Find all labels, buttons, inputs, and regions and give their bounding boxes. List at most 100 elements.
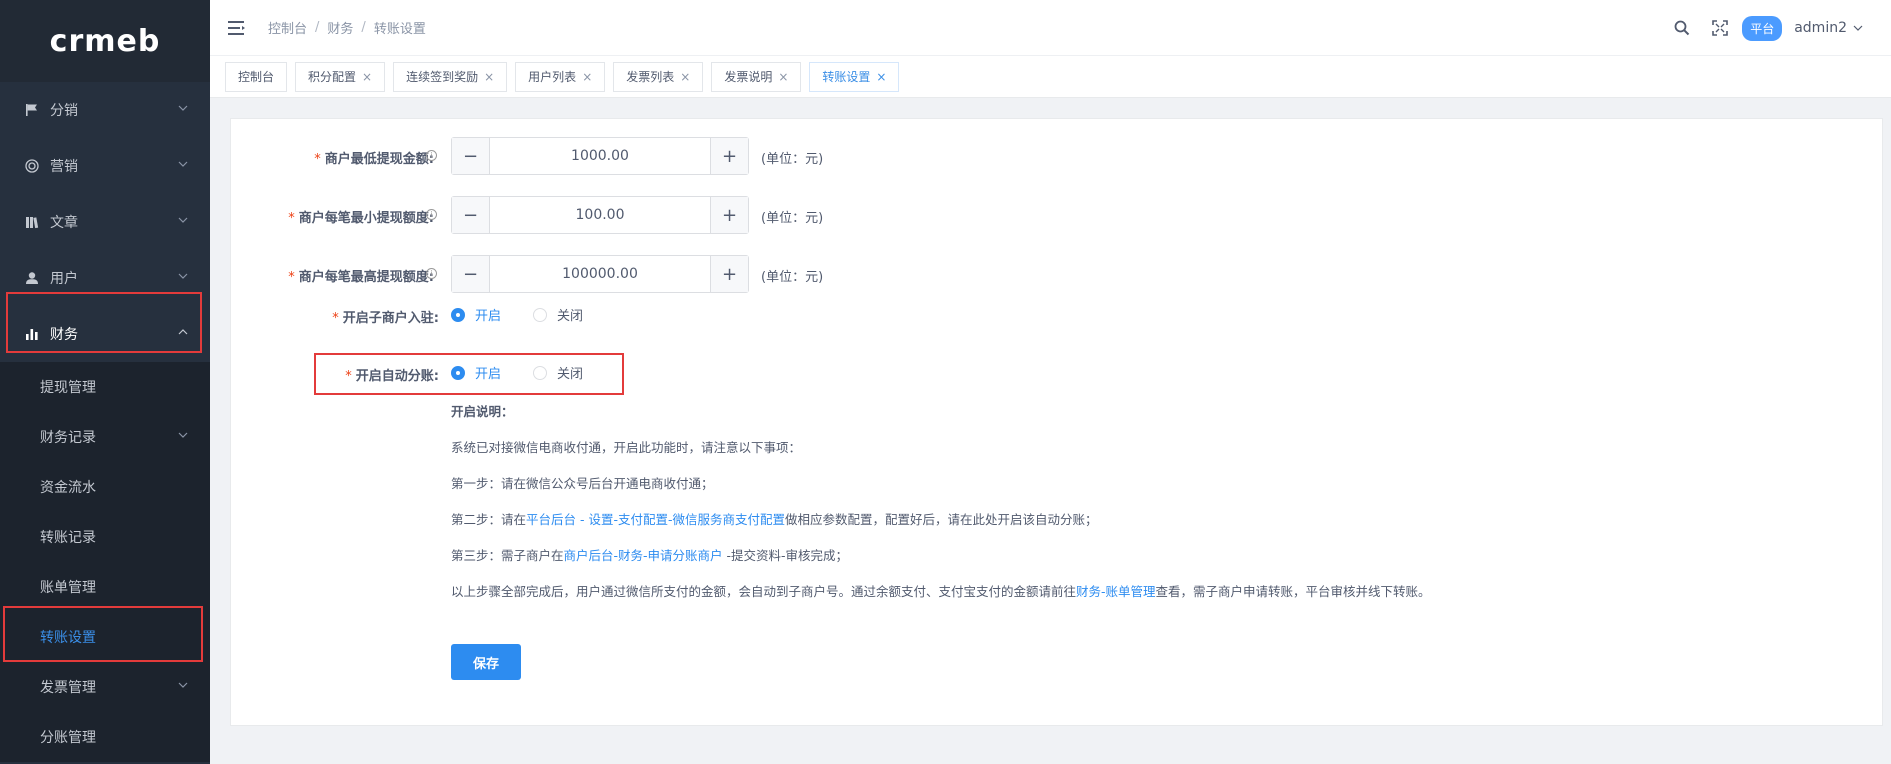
- subitem-label: 提现管理: [40, 380, 96, 396]
- payment-config-link[interactable]: 平台后台 - 设置-支付配置-微信服务商支付配置: [526, 512, 785, 527]
- breadcrumb-item[interactable]: 财务: [327, 18, 353, 37]
- sidebar-item-marketing[interactable]: 营销: [0, 138, 210, 194]
- finance-submenu: 提现管理 财务记录 资金流水 转账记录 账单管理 转账设置 发票管理 分账管理: [0, 362, 210, 762]
- desc-line-2: 第一步：请在微信公众号后台开通电商收付通；: [451, 476, 714, 491]
- breadcrumb-separator: /: [361, 20, 366, 35]
- info-icon[interactable]: i: [426, 150, 437, 161]
- desc-text: 第二步：请在: [451, 512, 527, 527]
- sidebar-item-distribution[interactable]: 分销: [0, 82, 210, 138]
- tab-transfer-settings[interactable]: 转账设置 ×: [809, 61, 900, 92]
- max-per-input[interactable]: 100000.00: [490, 256, 710, 292]
- subitem-label: 财务记录: [40, 430, 96, 446]
- tab-invoice-list[interactable]: 发票列表 ×: [613, 61, 704, 92]
- tab-invoice-desc[interactable]: 发票说明 ×: [711, 61, 802, 92]
- breadcrumb-item[interactable]: 控制台: [268, 18, 307, 37]
- close-icon[interactable]: ×: [484, 70, 494, 84]
- info-icon[interactable]: i: [426, 268, 437, 279]
- sidebar-item-article[interactable]: 文章: [0, 194, 210, 250]
- sidebar-subitem-fund-flow[interactable]: 资金流水: [0, 462, 210, 512]
- sidebar-item-label: 分销: [50, 103, 78, 119]
- save-button[interactable]: 保存: [451, 644, 521, 680]
- max-per-stepper: − 100000.00 +: [451, 255, 749, 293]
- increment-button[interactable]: +: [710, 138, 748, 174]
- sidebar-subitem-transfer-records[interactable]: 转账记录: [0, 512, 210, 562]
- tab-dashboard[interactable]: 控制台: [225, 61, 288, 92]
- unit-text: (单位：元): [761, 211, 824, 226]
- chevron-down-icon: [178, 161, 188, 167]
- radio-label: 开启: [475, 309, 502, 324]
- desc-text: 以上步骤全部完成后，用户通过微信所支付的金额，会自动到子商户号。通过余额支付、支…: [451, 584, 1077, 599]
- increment-button[interactable]: +: [710, 256, 748, 292]
- radio-dot: [533, 365, 547, 380]
- info-icon[interactable]: i: [426, 209, 437, 220]
- bar-chart-icon: [24, 326, 40, 342]
- sidebar-subitem-withdraw[interactable]: 提现管理: [0, 362, 210, 412]
- decrement-button[interactable]: −: [452, 197, 490, 233]
- tab-checkin-rewards[interactable]: 连续签到奖励 ×: [393, 61, 508, 92]
- close-icon[interactable]: ×: [582, 70, 592, 84]
- sidebar-item-finance[interactable]: 财务: [0, 306, 210, 362]
- min-per-input[interactable]: 100.00: [490, 197, 710, 233]
- auto-split-label: * 开启自动分账:: [345, 369, 439, 384]
- sidebar-item-label: 营销: [50, 159, 78, 175]
- user-menu[interactable]: admin2: [1794, 20, 1863, 36]
- radio-dot: [533, 307, 547, 322]
- book-icon: [24, 214, 40, 230]
- sidebar-subitem-bill[interactable]: 账单管理: [0, 562, 210, 612]
- chevron-up-icon: [178, 329, 188, 335]
- subitem-label: 账单管理: [40, 580, 96, 596]
- increment-button[interactable]: +: [710, 197, 748, 233]
- min-withdraw-stepper: − 1000.00 +: [451, 137, 749, 175]
- max-per-label: * 商户每笔最高提现额度:: [288, 270, 434, 285]
- tab-label: 发票列表: [626, 70, 675, 84]
- radio-dot: [451, 307, 465, 322]
- chevron-down-icon: [178, 273, 188, 279]
- min-withdraw-input[interactable]: 1000.00: [490, 138, 710, 174]
- tab-label: 积分配置: [308, 70, 357, 84]
- sidebar-item-label: 用户: [50, 271, 78, 287]
- tab-points-config[interactable]: 积分配置 ×: [295, 61, 386, 92]
- tab-label: 转账设置: [822, 70, 871, 84]
- decrement-button[interactable]: −: [452, 256, 490, 292]
- breadcrumb-item: 转账设置: [373, 22, 426, 37]
- chevron-down-icon: [178, 217, 188, 223]
- auto-split-off-radio[interactable]: 关闭: [533, 363, 583, 382]
- bill-management-link[interactable]: 财务-账单管理: [1076, 584, 1156, 599]
- sidebar-subitem-transfer-settings[interactable]: 转账设置: [0, 612, 210, 662]
- close-icon[interactable]: ×: [778, 70, 788, 84]
- close-icon[interactable]: ×: [680, 70, 690, 84]
- logo: crmeb: [0, 0, 210, 82]
- sidebar-subitem-finance-records[interactable]: 财务记录: [0, 412, 210, 462]
- tab-user-list[interactable]: 用户列表 ×: [515, 61, 606, 92]
- desc-text: 做相应参数配置，配置好后，请在此处开启该自动分账；: [785, 512, 1098, 527]
- min-per-stepper: − 100.00 +: [451, 196, 749, 234]
- tab-label: 控制台: [238, 70, 275, 84]
- sidebar-item-label: 文章: [50, 215, 78, 231]
- decrement-button[interactable]: −: [452, 138, 490, 174]
- flag-icon: [24, 102, 40, 118]
- user-icon: [24, 270, 40, 286]
- desc-title: 开启说明：: [451, 404, 514, 419]
- tags-bar: 控制台 积分配置 × 连续签到奖励 × 用户列表 × 发票列表 × 发票说明 × 转账设置…: [210, 56, 1891, 98]
- sidebar-subitem-invoice[interactable]: 发票管理: [0, 662, 210, 712]
- unit-text: (单位：元): [761, 270, 824, 285]
- desc-line-3: 第二步：请在平台后台 - 设置-支付配置-微信服务商支付配置做相应参数配置，配置…: [451, 509, 1098, 528]
- close-icon[interactable]: ×: [362, 70, 372, 84]
- apply-split-merchant-link[interactable]: 商户后台-财务-申请分账商户: [564, 548, 723, 563]
- sidebar: crmeb 分销 营销 文章 用户 财务 提现管理 财务记录 资金流水 转账记录…: [0, 0, 210, 764]
- auto-split-on-radio[interactable]: 开启: [451, 363, 501, 382]
- close-icon[interactable]: ×: [876, 70, 886, 84]
- header-actions: 平台 admin2: [1674, 0, 1863, 56]
- sidebar-subitem-split[interactable]: 分账管理: [0, 712, 210, 762]
- fullscreen-icon[interactable]: [1712, 20, 1729, 36]
- menu-toggle-icon[interactable]: [228, 20, 246, 35]
- settings-form-card: * 商户最低提现金额: i − 1000.00 + (单位：元) * 商户每笔最小提…: [230, 118, 1883, 726]
- target-icon: [24, 158, 40, 174]
- sub-merchant-off-radio[interactable]: 关闭: [533, 305, 583, 324]
- sub-merchant-on-radio[interactable]: 开启: [451, 305, 501, 324]
- min-withdraw-label: * 商户最低提现金额:: [314, 152, 434, 167]
- subitem-label: 资金流水: [40, 480, 96, 496]
- sidebar-item-user[interactable]: 用户: [0, 250, 210, 306]
- search-icon[interactable]: [1674, 20, 1690, 36]
- platform-badge: 平台: [1742, 15, 1783, 41]
